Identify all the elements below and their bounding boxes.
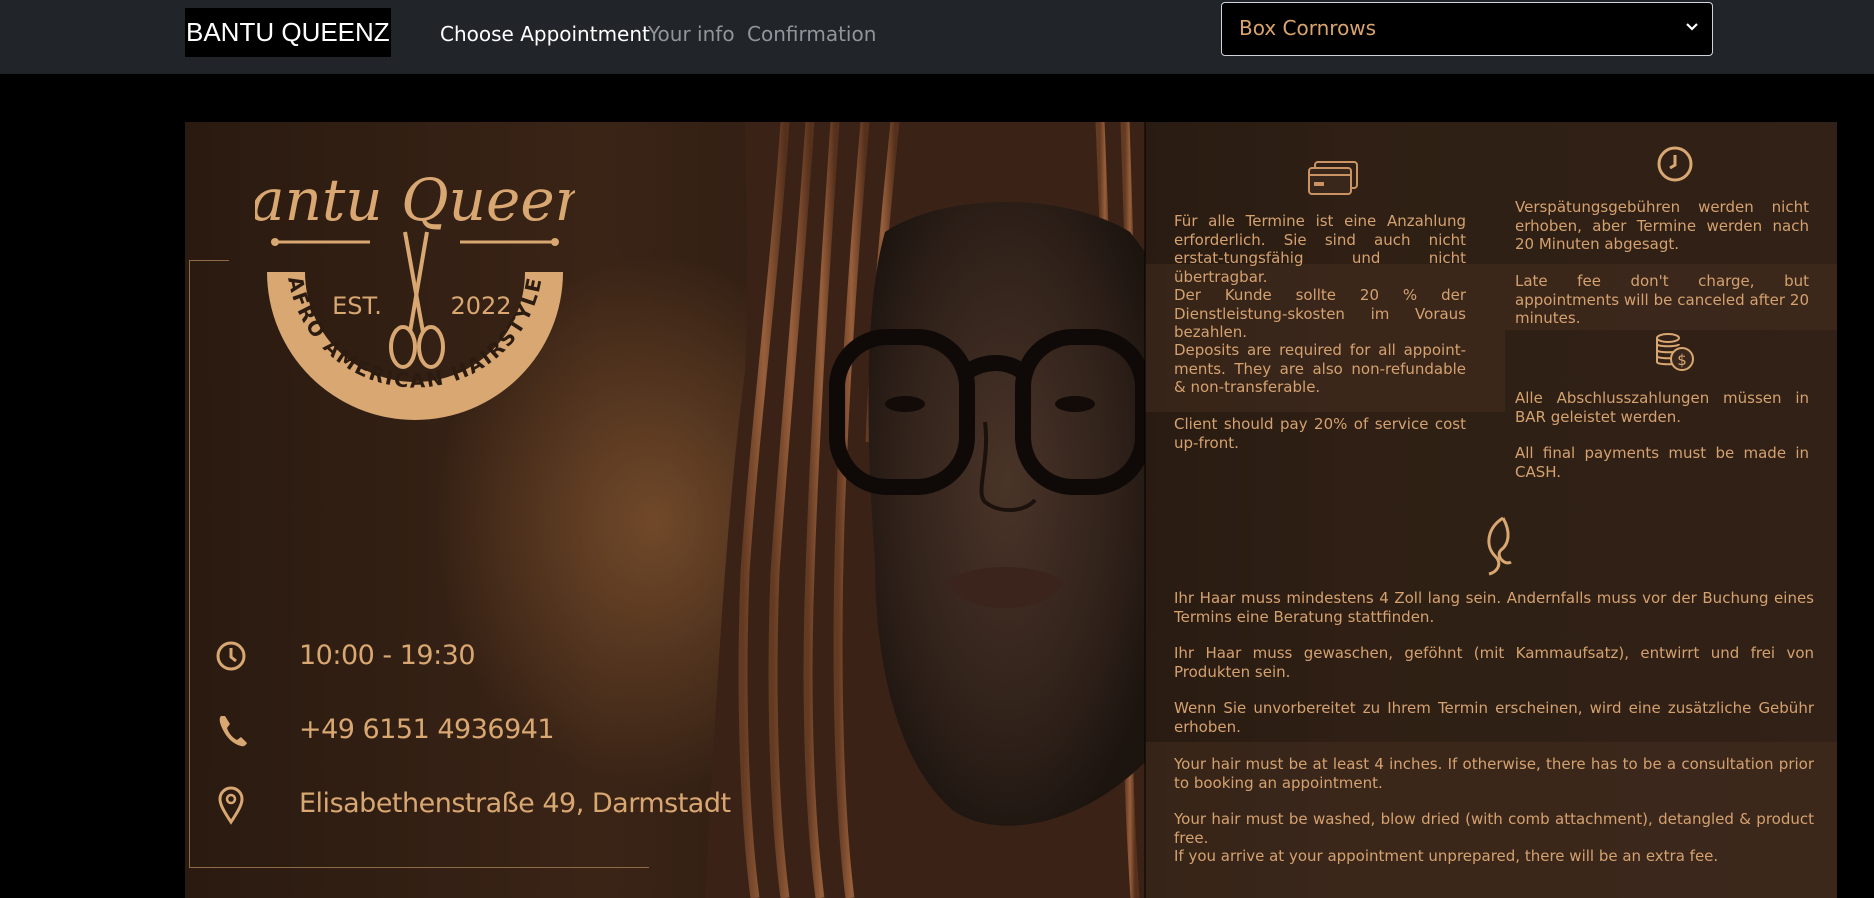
clock-icon [216,641,246,671]
policy-hair-prep-de: Ihr Haar muss gewaschen, geföhnt (mit Ka… [1174,644,1814,681]
logo-year: 2022 [450,292,511,320]
nav-confirmation[interactable]: Confirmation [747,20,876,48]
chevron-down-icon [1686,23,1698,31]
brand-logo[interactable]: BANTU QUEENZ [185,8,391,57]
policy-cash-de: Alle Abschlusszahlungen müssen in BAR ge… [1515,389,1809,426]
policy-unprepared-de: Wenn Sie unvorbereitet zu Ihrem Termin e… [1174,699,1814,736]
address-text: Elisabethenstraße 49, Darmstadt [299,788,731,819]
opening-hours-text: 10:00 - 19:30 [299,640,476,671]
phone-icon [219,716,247,747]
policy-late-de: Verspätungsgebühren werden nicht erhoben… [1515,198,1809,253]
location-pin-icon [218,786,244,825]
hero-banner: Bantu Queenz EST. 2022 AFRO AMERICAN HAI… [185,122,1837,898]
nav-your-info[interactable]: Your info [648,20,735,48]
svg-text:$: $ [1677,351,1687,369]
coins-icon: $ [1656,333,1694,371]
service-select-value: Box Cornrows [1239,16,1377,40]
late-clock-icon [1657,146,1693,182]
policy-hair-prep-en: Your hair must be washed, blow dried (wi… [1174,810,1814,847]
nav-choose-appointment[interactable]: Choose Appointment [440,20,650,48]
policy-cash-en: All final payments must be made in CASH. [1515,444,1809,481]
service-select[interactable]: Box Cornrows [1221,2,1713,56]
credit-card-icon [1308,161,1358,195]
policy-late-en: Late fee don't charge, but appointments … [1515,272,1809,327]
policy-deposit-en: Deposits are required for all appoint-me… [1174,341,1466,396]
hair-strand-icon [1487,516,1512,576]
policy-upfront-de: Der Kunde sollte 20 % der Dienstleistung… [1174,286,1466,341]
logo-wordmark: Bantu Queenz [255,166,575,234]
policy-hair-length-de: Ihr Haar muss mindestens 4 Zoll lang sei… [1174,589,1814,626]
policy-unprepared-en: If you arrive at your appointment unprep… [1174,847,1719,865]
policy-upfront-en: Client should pay 20% of service cost up… [1174,415,1466,452]
phone-number-text[interactable]: +49 6151 4936941 [299,714,555,745]
policy-hair-length-en: Your hair must be at least 4 inches. If … [1174,755,1814,792]
bantu-queenz-logo: Bantu Queenz EST. 2022 AFRO AMERICAN HAI… [255,166,575,420]
logo-est: EST. [332,292,382,320]
top-navbar: BANTU QUEENZ Choose Appointment Your inf… [0,0,1874,74]
policy-deposit-de: Für alle Termine ist eine Anzahlung erfo… [1174,212,1466,286]
